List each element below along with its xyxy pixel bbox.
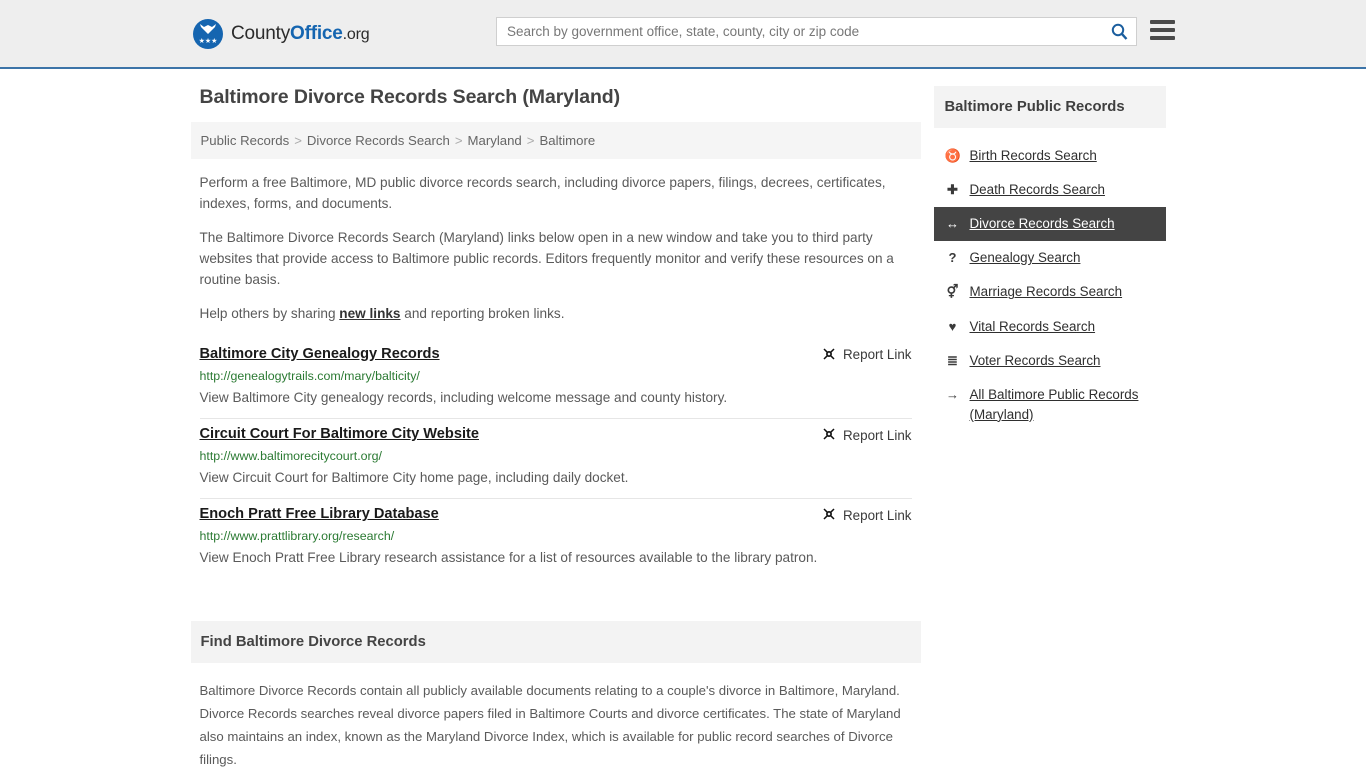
result-url-link[interactable]: http://www.baltimorecitycourt.org/ xyxy=(200,449,912,463)
breadcrumb-item[interactable]: Public Records xyxy=(201,133,290,148)
arrow-right-icon: → xyxy=(946,386,959,402)
report-link-label: Report Link xyxy=(843,347,912,363)
baby-icon: ♉ xyxy=(944,148,961,163)
result-item: Circuit Court For Baltimore City Website… xyxy=(199,419,912,500)
site-header: ★★★ CountyOffice.org xyxy=(0,0,1366,69)
hamburger-bar-3 xyxy=(1150,36,1175,40)
result-url-link[interactable]: http://genealogytrails.com/mary/balticit… xyxy=(200,369,912,383)
main-column: Baltimore Divorce Records Search (Maryla… xyxy=(190,86,921,771)
hamburger-bar-2 xyxy=(1150,28,1175,32)
sidebar-item-label: Birth Records Search xyxy=(969,148,1097,163)
intro-p3-before: Help others by sharing xyxy=(199,306,340,322)
results-list: Baltimore City Genealogy Records Report L… xyxy=(191,339,921,578)
eagle-glyph xyxy=(193,23,223,38)
heartbeat-icon: ♥ xyxy=(948,318,957,334)
hamburger-menu-icon[interactable] xyxy=(1150,20,1175,40)
breadcrumb: Public Records > Divorce Records Search > Ma… xyxy=(190,122,921,159)
find-records-text: Baltimore Divorce Records contain all pu… xyxy=(199,683,901,767)
sidebar-item-label: Divorce Records Search xyxy=(969,216,1115,232)
result-item: Baltimore City Genealogy Records Report L… xyxy=(199,339,912,419)
report-link-button[interactable]: Report Link xyxy=(822,507,912,523)
breadcrumb-item[interactable]: Maryland xyxy=(468,133,522,148)
result-title-link[interactable]: Enoch Pratt Free Library Database xyxy=(200,506,439,522)
content-container: Baltimore Divorce Records Search (Maryla… xyxy=(190,86,1176,771)
sidebar-item-genealogy-search[interactable]: ? Genealogy Search xyxy=(934,241,1166,275)
report-link-button[interactable]: Report Link xyxy=(822,427,912,443)
sidebar: Baltimore Public Records ♉ Birth Records … xyxy=(933,86,1166,432)
breadcrumb-separator: > xyxy=(454,133,463,148)
question-mark-icon: ? xyxy=(948,250,957,266)
search-icon[interactable] xyxy=(1102,18,1136,45)
eagle-svg xyxy=(200,23,216,34)
report-link-label: Report Link xyxy=(843,427,912,443)
find-records-section: Find Baltimore Divorce Records Baltimore… xyxy=(190,621,921,771)
sidebar-item-birth-records-search[interactable]: ♉ Birth Records Search xyxy=(934,139,1166,173)
find-records-heading: Find Baltimore Divorce Records xyxy=(190,621,921,664)
sidebar-item-all-baltimore-public-records-maryland[interactable]: → All Baltimore Public Records (Maryland) xyxy=(934,378,1166,432)
broken-link-icon xyxy=(822,507,836,523)
breadcrumb-item[interactable]: Divorce Records Search xyxy=(307,133,450,148)
sidebar-item-vital-records-search[interactable]: ♥ Vital Records Search xyxy=(934,310,1166,344)
result-title-link[interactable]: Circuit Court For Baltimore City Website xyxy=(200,426,479,442)
search-bar[interactable] xyxy=(496,17,1137,46)
broken-link-icon xyxy=(822,427,836,443)
sidebar-list: ♉ Birth Records Search ✚ Death Records Sear… xyxy=(933,128,1166,432)
brand-part-2: Office xyxy=(290,22,343,44)
stars-glyph: ★★★ xyxy=(198,37,218,45)
breadcrumb-separator: > xyxy=(294,133,302,148)
search-input[interactable] xyxy=(497,24,1102,39)
cross-icon: ✚ xyxy=(947,182,958,198)
intro-paragraph-3: Help others by sharing new links and rep… xyxy=(200,304,912,325)
intro-paragraph-2: The Baltimore Divorce Records Search (Ma… xyxy=(199,230,894,287)
result-description: View Baltimore City genealogy records, i… xyxy=(199,389,728,405)
page-title: Baltimore Divorce Records Search (Maryla… xyxy=(199,86,621,108)
result-header-row: Circuit Court For Baltimore City Website… xyxy=(200,426,912,443)
result-description: View Enoch Pratt Free Library research a… xyxy=(199,550,818,566)
result-url-link[interactable]: http://www.prattlibrary.org/research/ xyxy=(200,529,912,543)
find-records-body: Baltimore Divorce Records contain all pu… xyxy=(191,663,921,771)
search-glass-svg xyxy=(1111,23,1127,40)
sidebar-item-voter-records-search[interactable]: ≣ Voter Records Search xyxy=(934,344,1166,378)
breadcrumb-item[interactable]: Baltimore xyxy=(539,133,595,148)
brand-part-3: .org xyxy=(342,25,370,43)
breadcrumb-separator: > xyxy=(526,133,535,148)
page-body: Baltimore Divorce Records Search (Maryla… xyxy=(0,69,1366,771)
hamburger-bar-1 xyxy=(1150,20,1175,24)
sidebar-item-divorce-records-search[interactable]: ↔ Divorce Records Search xyxy=(933,207,1166,242)
eagle-logo-icon: ★★★ xyxy=(193,18,223,49)
report-link-label: Report Link xyxy=(843,507,912,523)
sidebar-item-death-records-search[interactable]: ✚ Death Records Search xyxy=(934,173,1166,207)
venus-mars-icon: ⚥ xyxy=(946,284,959,300)
new-links-link[interactable]: new links xyxy=(339,306,400,321)
report-link-button[interactable]: Report Link xyxy=(822,347,912,363)
intro-paragraph-1: Perform a free Baltimore, MD public divo… xyxy=(199,175,886,211)
sidebar-item-label: Vital Records Search xyxy=(969,318,1096,334)
result-header-row: Baltimore City Genealogy Records Report L… xyxy=(200,346,912,363)
arrows-left-right-icon: ↔ xyxy=(946,216,959,232)
broken-link-icon xyxy=(822,347,836,363)
result-title-link[interactable]: Baltimore City Genealogy Records xyxy=(200,346,440,362)
site-logo[interactable]: ★★★ CountyOffice.org xyxy=(193,18,370,49)
ordered-list-icon: ≣ xyxy=(947,352,958,368)
sidebar-item-label: Death Records Search xyxy=(969,182,1105,198)
sidebar-item-label: Genealogy Search xyxy=(969,250,1081,266)
sidebar-item-label: Marriage Records Search xyxy=(969,284,1123,300)
brand-wordmark: CountyOffice.org xyxy=(231,22,370,45)
sidebar-item-marriage-records-search[interactable]: ⚥ Marriage Records Search xyxy=(934,275,1166,309)
intro-p3-after: and reporting broken links. xyxy=(400,306,565,322)
result-description: View Circuit Court for Baltimore City ho… xyxy=(199,470,629,485)
brand-part-1: County xyxy=(231,22,291,44)
sidebar-item-label: All Baltimore Public Records (Maryland) xyxy=(969,386,1139,422)
sidebar-item-label: Voter Records Search xyxy=(969,352,1101,368)
result-header-row: Enoch Pratt Free Library Database Report … xyxy=(200,506,912,523)
result-item: Enoch Pratt Free Library Database Report … xyxy=(200,499,912,578)
sidebar-heading: Baltimore Public Records xyxy=(933,86,1166,128)
intro-section: Perform a free Baltimore, MD public divo… xyxy=(191,173,921,325)
